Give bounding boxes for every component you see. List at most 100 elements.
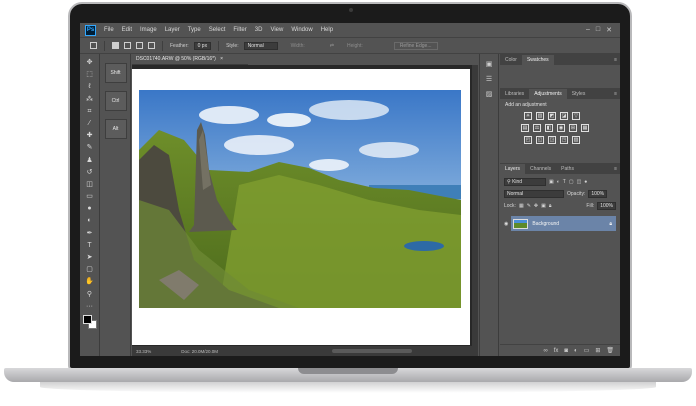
exposure-icon[interactable]: ◪ <box>560 112 568 120</box>
gradient-map-icon[interactable]: ▨ <box>572 136 580 144</box>
hue-saturation-icon[interactable]: ▤ <box>521 124 529 132</box>
magic-wand-icon[interactable]: ⁂ <box>84 94 96 106</box>
minimize-button[interactable]: – <box>586 26 590 34</box>
healing-icon[interactable]: ✚ <box>84 130 96 142</box>
history-brush-icon[interactable]: ↺ <box>84 167 96 179</box>
ctrl-key-button[interactable]: Ctrl <box>104 91 127 111</box>
more-icon[interactable]: ··· <box>84 301 96 313</box>
layer-name[interactable]: Background <box>532 221 559 227</box>
menu-layer[interactable]: Layer <box>161 27 184 33</box>
foreground-color[interactable] <box>82 314 92 324</box>
menu-select[interactable]: Select <box>205 27 230 33</box>
alt-key-button[interactable]: Alt <box>104 119 127 139</box>
panel-menu-icon[interactable]: ≡ <box>614 89 620 99</box>
shape-icon[interactable]: ▢ <box>84 264 96 276</box>
gradient-icon[interactable]: ▭ <box>84 191 96 203</box>
intersect-selection-icon[interactable] <box>148 42 155 49</box>
menu-image[interactable]: Image <box>136 27 161 33</box>
menu-edit[interactable]: Edit <box>118 27 136 33</box>
fill-input[interactable]: 100% <box>597 202 616 210</box>
layer-selected[interactable]: Background 🔒︎ <box>511 216 616 231</box>
path-select-icon[interactable]: ➤ <box>84 252 96 264</box>
menu-help[interactable]: Help <box>317 27 337 33</box>
visibility-eye-icon[interactable]: ◉ <box>504 221 508 227</box>
panel-menu-icon[interactable]: ≡ <box>614 164 620 174</box>
color-lookup-icon[interactable]: ▦ <box>581 124 589 132</box>
photo-filter-icon[interactable]: ◉ <box>557 124 565 132</box>
menu-file[interactable]: File <box>100 27 118 33</box>
properties-panel-icon[interactable]: ☰ <box>484 75 494 85</box>
marquee-icon[interactable]: ⬚ <box>84 69 96 81</box>
tab-adjustments[interactable]: Adjustments <box>529 89 567 99</box>
marquee-preset-icon[interactable] <box>90 42 97 49</box>
shift-key-button[interactable]: Shift <box>104 63 127 83</box>
filter-smart-icon[interactable]: ◫ <box>577 179 582 185</box>
link-icon[interactable]: ∞ <box>543 348 547 354</box>
vertical-scrollbar[interactable] <box>472 65 478 346</box>
blend-mode-select[interactable]: Normal <box>504 190 564 198</box>
hand-icon[interactable]: ✋ <box>84 276 96 288</box>
mask-icon[interactable]: ◙ <box>564 348 568 354</box>
posterize-icon[interactable]: ◱ <box>536 136 544 144</box>
lasso-icon[interactable]: ℓ <box>84 81 96 93</box>
menu-3d[interactable]: 3D <box>251 27 267 33</box>
vibrance-icon[interactable]: ▽ <box>572 112 580 120</box>
menu-view[interactable]: View <box>266 27 287 33</box>
lock-artboard-icon[interactable]: ▣ <box>541 203 546 209</box>
color-swatches[interactable] <box>82 314 97 329</box>
adjustment-layer-icon[interactable]: ◐ <box>574 348 578 354</box>
trash-icon[interactable]: 🗑︎ <box>606 347 614 354</box>
navigator-panel-icon[interactable]: ▨ <box>484 90 494 100</box>
lock-paint-icon[interactable]: ✎ <box>527 203 531 209</box>
threshold-icon[interactable]: ◲ <box>548 136 556 144</box>
levels-icon[interactable]: ▥ <box>536 112 544 120</box>
zoom-level[interactable]: 33.33% <box>136 349 151 354</box>
filter-adjust-icon[interactable]: ◐ <box>557 179 560 185</box>
black-white-icon[interactable]: ◧ <box>545 124 553 132</box>
filter-toggle-icon[interactable]: ● <box>584 179 587 185</box>
tab-paths[interactable]: Paths <box>556 164 579 174</box>
curves-icon[interactable]: ◩ <box>548 112 556 120</box>
document-canvas[interactable] <box>132 69 470 345</box>
group-icon[interactable]: ▭ <box>584 347 590 354</box>
panel-menu-icon[interactable]: ≡ <box>614 55 620 65</box>
color-balance-icon[interactable]: ⚖ <box>533 124 541 132</box>
new-layer-icon[interactable]: ⊞ <box>595 347 600 354</box>
menu-filter[interactable]: Filter <box>229 27 250 33</box>
tab-layers[interactable]: Layers <box>500 164 526 174</box>
refine-edge-button[interactable]: Refine Edge... <box>393 41 438 50</box>
channel-mixer-icon[interactable]: ⊞ <box>569 124 577 132</box>
zoom-icon[interactable]: ⚲ <box>84 289 96 301</box>
tab-color[interactable]: Color <box>500 55 522 65</box>
tab-channels[interactable]: Channels <box>525 164 556 174</box>
tab-styles[interactable]: Styles <box>567 89 591 99</box>
filter-pixel-icon[interactable]: ▣ <box>549 179 554 185</box>
tab-libraries[interactable]: Libraries <box>500 89 529 99</box>
dodge-icon[interactable]: ◐ <box>84 215 96 227</box>
selective-color-icon[interactable]: ◳ <box>560 136 568 144</box>
close-tab-icon[interactable]: × <box>220 56 223 62</box>
menu-type[interactable]: Type <box>184 27 205 33</box>
swap-icon[interactable]: ⇄ <box>330 43 334 49</box>
maximize-button[interactable]: □ <box>596 26 600 34</box>
fx-icon[interactable]: fx <box>554 348 559 354</box>
filter-type-icon[interactable]: T <box>563 179 566 185</box>
canvas-area[interactable] <box>132 65 478 346</box>
subtract-selection-icon[interactable] <box>136 42 143 49</box>
style-select[interactable]: Normal <box>243 41 278 50</box>
feather-input[interactable]: 0 px <box>193 41 212 50</box>
lock-move-icon[interactable]: ✥ <box>534 203 538 209</box>
history-panel-icon[interactable]: ▣ <box>484 60 494 70</box>
type-icon[interactable]: T <box>84 240 96 252</box>
document-tab[interactable]: DSC01740.ARW @ 50% (RGB/16*) × <box>132 54 248 65</box>
brightness-icon[interactable]: ☀ <box>524 112 532 120</box>
tab-swatches[interactable]: Swatches <box>521 55 554 65</box>
horizontal-scrollbar[interactable] <box>332 349 412 353</box>
new-selection-icon[interactable] <box>112 42 119 49</box>
pen-icon[interactable]: ✒ <box>84 228 96 240</box>
filter-shape-icon[interactable]: ▢ <box>569 179 574 185</box>
filter-kind-select[interactable]: ⚲ Kind <box>504 178 546 186</box>
lock-all-icon[interactable]: 🔒︎ <box>549 203 552 209</box>
opacity-input[interactable]: 100% <box>588 190 608 198</box>
crop-icon[interactable]: ⌗ <box>84 106 96 118</box>
